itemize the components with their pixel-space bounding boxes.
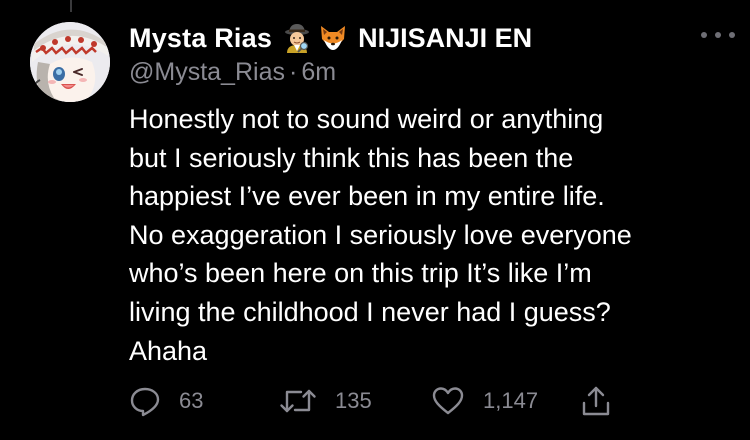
more-dot — [729, 32, 735, 38]
share-button[interactable] — [581, 384, 611, 418]
reply-icon — [130, 387, 160, 417]
author-handle[interactable]: @Mysta_Rias — [129, 58, 285, 87]
more-options-button[interactable] — [701, 28, 735, 42]
more-dot — [715, 32, 721, 38]
detective-emoji-icon — [282, 23, 312, 53]
author-org-name: NIJISANJI EN — [358, 22, 533, 53]
tweet-timestamp[interactable]: 6m — [301, 58, 336, 87]
retweet-count: 135 — [335, 388, 372, 413]
author-display-name[interactable]: Mysta Rias — [129, 23, 272, 54]
author-name-row: Mysta Rias NIJISANJI EN — [129, 20, 730, 56]
fox-emoji-icon — [318, 23, 348, 53]
tweet-header: Mysta Rias NIJISANJI EN @Mysta_Rias · 6m — [129, 20, 730, 90]
reply-count: 63 — [179, 388, 204, 413]
more-dots-icon — [701, 32, 707, 38]
avatar[interactable] — [30, 22, 110, 102]
like-count: 1,147 — [483, 388, 539, 413]
heart-icon — [432, 387, 464, 415]
tweet-body-text: Honestly not to sound weird or anything … — [129, 104, 632, 366]
share-icon — [582, 386, 610, 416]
author-meta-row: @Mysta_Rias · 6m — [129, 58, 730, 87]
thread-connector-line — [70, 0, 72, 12]
avatar-image — [30, 22, 110, 102]
tweet-action-bar: 63 135 1,147 — [129, 384, 629, 418]
reply-button[interactable]: 63 — [129, 384, 203, 418]
like-button[interactable]: 1,147 — [431, 384, 538, 418]
retweet-icon — [280, 389, 316, 413]
meta-separator: · — [288, 58, 298, 86]
retweet-button[interactable]: 135 — [279, 384, 372, 418]
